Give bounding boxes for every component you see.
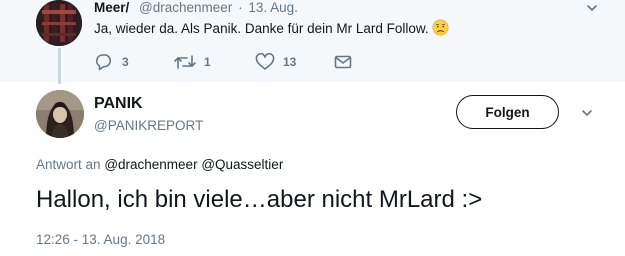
tweet-timestamp[interactable]: 12:26 - 13. Aug. 2018 — [36, 231, 165, 249]
tweet-text: Hallon, ich bin viele…aber nicht MrLard … — [36, 186, 483, 213]
mention-link[interactable]: @drachenmeer — [104, 157, 197, 172]
worried-face-emoji — [432, 19, 449, 36]
tweet-text: Ja, wieder da. Als Panik. Danke für dein… — [94, 21, 429, 36]
user-handle[interactable]: @drachenmeer — [139, 0, 232, 15]
retweet-count: 1 — [204, 55, 211, 69]
display-name[interactable]: Meer/ — [94, 0, 129, 15]
like-icon[interactable] — [255, 53, 275, 71]
follow-button[interactable]: Folgen — [456, 95, 559, 129]
chevron-down-icon[interactable] — [582, 108, 592, 118]
like-action[interactable]: 13 — [255, 52, 296, 72]
parent-tweet-header: Meer/ @drachenmeer · 13. Aug. — [94, 0, 298, 18]
like-count: 13 — [283, 55, 297, 69]
tweet-date[interactable]: 13. Aug. — [248, 0, 298, 15]
reply-prefix: Antwort an — [36, 157, 101, 172]
mention-link[interactable]: @Quasseltier — [201, 157, 283, 172]
parent-tweet[interactable]: Meer/ @drachenmeer · 13. Aug. Ja, wieder… — [0, 0, 625, 84]
reply-count: 3 — [122, 55, 129, 69]
retweet-action[interactable]: 1 — [174, 52, 211, 72]
avatar[interactable] — [36, 0, 82, 46]
separator: · — [238, 0, 243, 15]
reply-icon[interactable] — [94, 53, 114, 71]
user-handle[interactable]: @PANIKREPORT — [94, 117, 203, 135]
reply-action[interactable]: 3 — [94, 52, 129, 72]
display-name[interactable]: PANIK — [94, 94, 143, 114]
message-action[interactable] — [334, 52, 352, 72]
retweet-icon[interactable] — [174, 53, 196, 71]
message-icon[interactable] — [334, 54, 352, 70]
avatar[interactable] — [36, 90, 84, 138]
parent-tweet-text: Ja, wieder da. Als Panik. Danke für dein… — [94, 19, 449, 37]
reply-context: Antwort an @drachenmeer @Quasseltier — [36, 156, 283, 174]
chevron-down-icon[interactable] — [587, 3, 597, 13]
thread-line — [58, 48, 61, 84]
